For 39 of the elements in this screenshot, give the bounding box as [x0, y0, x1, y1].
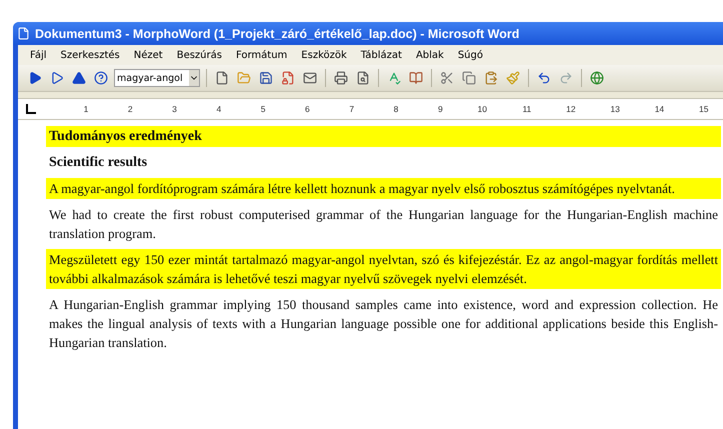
- document-icon: [17, 27, 30, 40]
- ruler-number: 13: [609, 104, 620, 114]
- ruler-number: 14: [654, 104, 664, 114]
- menu-item[interactable]: Táblázat: [360, 50, 402, 60]
- print-icon[interactable]: [332, 69, 350, 87]
- menu-item[interactable]: Beszúrás: [176, 50, 222, 60]
- paragraph: A Hungarian-English grammar implying 150 thousand samples came into existence, word and expression collection. He makes the lingual analysis of texts with a Hungarian language possible one for additional applications beside this English-Hungarian translation.: [48, 296, 719, 352]
- ruler-number: 6: [304, 104, 310, 114]
- paragraph: A magyar-angol fordítóprogram számára létre kellett hoznunk a magyar nyelv első robosztus számítógépes nyelvtanát.: [46, 178, 721, 199]
- ruler-number: 11: [521, 104, 532, 114]
- ruler-number: 4: [215, 104, 222, 114]
- ruler-number: 3: [171, 104, 177, 114]
- copy-icon[interactable]: [460, 69, 478, 87]
- menu-item[interactable]: Nézet: [134, 50, 163, 60]
- window-title-text: Dokumentum3 - MorphoWord (1_Projekt_záró_értékelő_lap.doc) - Microsoft Word: [35, 26, 520, 40]
- menu-item[interactable]: Szerkesztés: [60, 50, 120, 60]
- ruler-number: 5: [260, 104, 266, 114]
- paragraph: We had to create the first robust computerised grammar of the Hungarian language for the Hungarian-English machine translation program.: [48, 206, 719, 243]
- eject-icon[interactable]: [70, 69, 88, 87]
- ruler-number: 12: [565, 104, 576, 114]
- ruler-number: 9: [436, 104, 443, 114]
- ruler-number: 2: [126, 104, 133, 114]
- ruler-number: 10: [476, 104, 487, 114]
- heading: Scientific results: [48, 154, 148, 172]
- paragraph: Megszületett egy 150 ezer mintát tartalmazó magyar-angol nyelvtan, szó és kifejezéstár. Ez az angol-magyar fordítás mellett további alkalmazások számára is lehetővé teszi magyar nyelvű szövegek nyelvi elemzését.: [46, 249, 721, 289]
- heading: Tudományos eredmények: [46, 126, 721, 147]
- menu-item[interactable]: Súgó: [458, 50, 483, 60]
- menu-item[interactable]: Ablak: [416, 50, 444, 60]
- help-icon[interactable]: [92, 69, 110, 87]
- menu-item[interactable]: Fájl: [30, 50, 47, 60]
- language-select[interactable]: magyar-angol: [114, 69, 200, 87]
- ruler-number: 15: [698, 104, 708, 114]
- ruler-number: 7: [348, 104, 354, 114]
- tab-stop-icon[interactable]: [26, 104, 36, 114]
- globe-icon[interactable]: [588, 69, 606, 87]
- ruler-number: 8: [392, 104, 398, 114]
- menu-item[interactable]: Formátum: [236, 50, 288, 60]
- ruler-number: 1: [82, 104, 88, 114]
- menu-item[interactable]: Eszközök: [301, 50, 347, 60]
